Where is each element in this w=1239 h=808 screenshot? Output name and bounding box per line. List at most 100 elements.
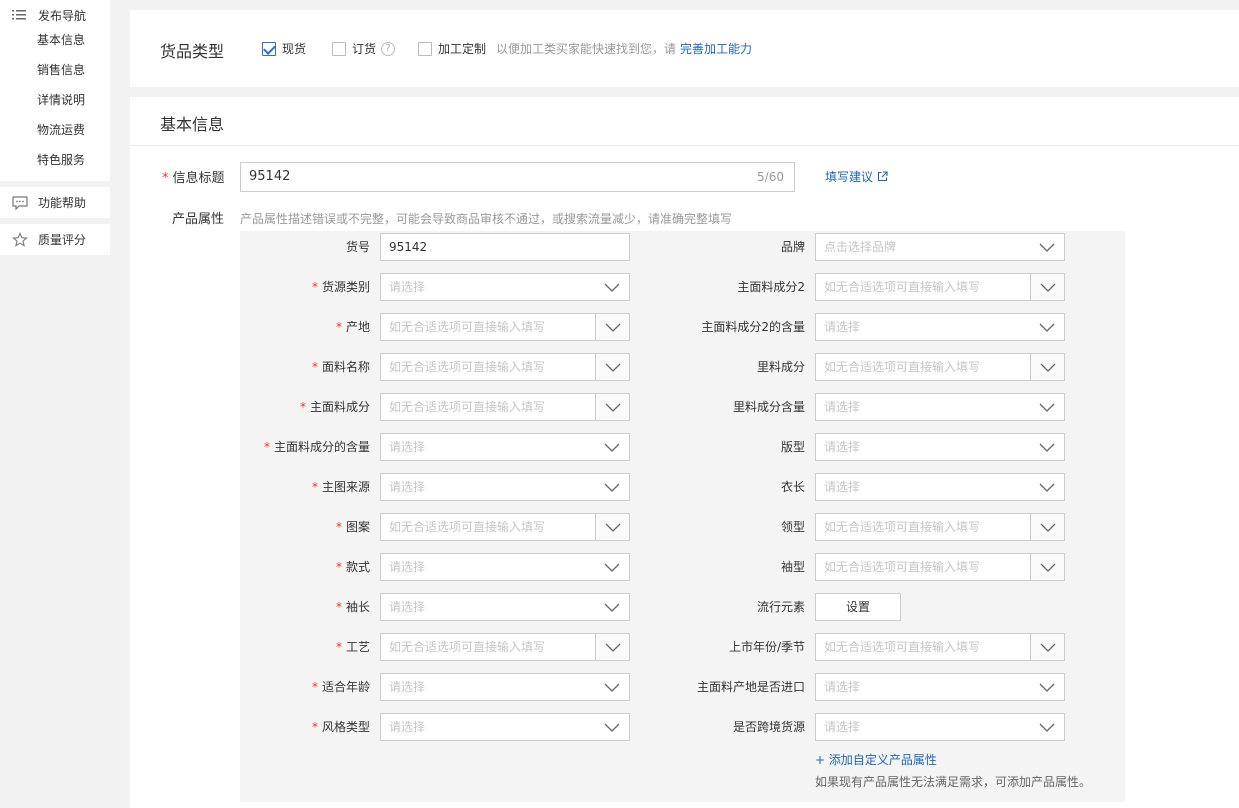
chevron-down-icon[interactable] (1030, 234, 1064, 260)
placeholder: 请选择 (824, 480, 861, 494)
info-title-input[interactable]: 95142 5/60 (240, 162, 795, 192)
help-question-icon[interactable]: ? (381, 41, 396, 56)
combo-input[interactable]: 如无合适选项可直接输入填写 (815, 513, 1065, 541)
chevron-down-icon[interactable] (1030, 554, 1064, 580)
field-label-text: 袖型 (780, 560, 805, 574)
placeholder: 请选择 (389, 560, 426, 574)
field-label-text: 工艺 (345, 640, 370, 654)
select-dropdown[interactable]: 请选择 (815, 713, 1065, 741)
combo-input[interactable]: 如无合适选项可直接输入填写 (815, 633, 1065, 661)
custom-checkbox[interactable] (418, 41, 432, 56)
field-label-text: 里料成分 (756, 360, 805, 374)
placeholder: 请选择 (389, 280, 426, 294)
required-mark: * (311, 280, 318, 294)
placeholder: 请选择 (824, 720, 861, 734)
placeholder: 请选择 (389, 720, 426, 734)
star-icon (12, 231, 28, 248)
required-mark: * (335, 520, 342, 534)
placeholder: 请选择 (389, 480, 426, 494)
field-label: * 适合年龄 (130, 673, 370, 701)
sidebar-item-help-label: 功能帮助 (38, 196, 87, 210)
sidebar: 发布导航 基本信息 销售信息 详情说明 物流运费 特色服务 功能帮助 质量评分 (0, 0, 110, 255)
field-label-text: 品牌 (780, 240, 805, 254)
required-mark: * (335, 600, 342, 614)
field-label-text: 货号 (345, 240, 370, 254)
sidebar-nav-item[interactable]: 特色服务 (0, 145, 110, 175)
chevron-down-icon[interactable] (1030, 674, 1064, 700)
chevron-down-icon[interactable] (1030, 514, 1064, 540)
goods-type-option-spot[interactable]: 现货 (262, 40, 306, 57)
info-title-count: 5/60 (757, 170, 784, 184)
field-label: 主面料成分2的含量 (565, 313, 805, 341)
field-label-text: 货源类别 (321, 280, 370, 294)
chevron-down-icon[interactable] (1030, 314, 1064, 340)
sidebar-item-help[interactable]: 功能帮助 (0, 187, 110, 218)
field-label-text: 主图来源 (321, 480, 370, 494)
goods-type-option-custom[interactable]: 加工定制 以便加工类买家能快速找到您，请 完善加工能力 (418, 40, 752, 57)
field-label: * 袖长 (130, 593, 370, 621)
chevron-down-icon[interactable] (1030, 714, 1064, 740)
sidebar-item-quality[interactable]: 质量评分 (0, 224, 110, 255)
order-checkbox[interactable] (332, 41, 346, 56)
external-link-icon (877, 171, 888, 182)
order-label: 订货 (352, 42, 377, 56)
field-label-text: 袖长 (345, 600, 370, 614)
sidebar-nav-item[interactable]: 销售信息 (0, 55, 110, 85)
combo-input[interactable]: 如无合适选项可直接输入填写 (815, 553, 1065, 581)
product-attr-label: 产品属性 (172, 212, 225, 227)
chevron-down-icon[interactable] (1030, 434, 1064, 460)
select-dropdown[interactable]: 请选择 (815, 393, 1065, 421)
field-label: 流行元素 (565, 593, 805, 621)
chevron-down-icon[interactable] (1030, 394, 1064, 420)
field-label-text: 衣长 (780, 480, 805, 494)
field-label: 袖型 (565, 553, 805, 581)
required-mark: * (335, 560, 342, 574)
add-custom-attr-link[interactable]: + 添加自定义产品属性 (815, 751, 937, 768)
write-tip-link[interactable]: 填写建议 (825, 168, 888, 185)
sidebar-nav-item[interactable]: 详情说明 (0, 85, 110, 115)
goods-type-hint: 以便加工类买家能快速找到您，请 (496, 42, 677, 56)
chevron-down-icon[interactable] (1030, 634, 1064, 660)
field-label: * 风格类型 (130, 713, 370, 741)
placeholder: 请选择 (824, 440, 861, 454)
field-label-text: 图案 (345, 520, 370, 534)
goods-type-label: 货品类型 (160, 42, 225, 61)
field-label: * 面料名称 (130, 353, 370, 381)
goods-type-option-order[interactable]: 订货 ? (332, 40, 396, 57)
combo-input[interactable]: 如无合适选项可直接输入填写 (815, 273, 1065, 301)
required-mark: * (162, 171, 169, 186)
select-dropdown[interactable]: 请选择 (815, 313, 1065, 341)
chevron-down-icon[interactable] (1030, 274, 1064, 300)
sidebar-nav-item[interactable]: 物流运费 (0, 115, 110, 145)
product-attr-hint: 产品属性描述错误或不完整，可能会导致商品审核不通过，或搜索流量减少，请准确完整填… (240, 212, 733, 226)
required-mark: * (263, 440, 270, 454)
chevron-down-icon[interactable] (1030, 354, 1064, 380)
placeholder: 请选择 (389, 680, 426, 694)
placeholder: 如无合适选项可直接输入填写 (389, 400, 546, 414)
select-dropdown[interactable]: 请选择 (815, 473, 1065, 501)
field-label: 主面料成分2 (565, 273, 805, 301)
improve-processing-link[interactable]: 完善加工能力 (680, 40, 752, 57)
required-mark: * (335, 640, 342, 654)
field-label: 上市年份/季节 (565, 633, 805, 661)
sidebar-nav-item[interactable]: 基本信息 (0, 25, 110, 55)
spot-checkbox[interactable] (262, 41, 276, 56)
field-label-text: 风格类型 (321, 720, 370, 734)
placeholder: 如无合适选项可直接输入填写 (389, 520, 546, 534)
placeholder: 请选择 (824, 320, 861, 334)
select-dropdown[interactable]: 请选择 (815, 673, 1065, 701)
combo-input[interactable]: 如无合适选项可直接输入填写 (815, 353, 1065, 381)
field-label: 里料成分 (565, 353, 805, 381)
chevron-down-icon[interactable] (1030, 474, 1064, 500)
info-title-value: 95142 (249, 169, 291, 184)
input-value: 95142 (389, 240, 428, 254)
add-custom-attr-note: 如果现有产品属性无法满足需求，可添加产品属性。 (815, 775, 1092, 789)
field-label-text: 面料名称 (321, 360, 370, 374)
field-label: 里料成分含量 (565, 393, 805, 421)
placeholder: 如无合适选项可直接输入填写 (824, 520, 981, 534)
select-dropdown[interactable]: 点击选择品牌 (815, 233, 1065, 261)
select-dropdown[interactable]: 请选择 (815, 433, 1065, 461)
set-button[interactable]: 设置 (815, 593, 901, 621)
info-title-label-text: 信息标题 (172, 171, 225, 186)
required-mark: * (311, 360, 318, 374)
